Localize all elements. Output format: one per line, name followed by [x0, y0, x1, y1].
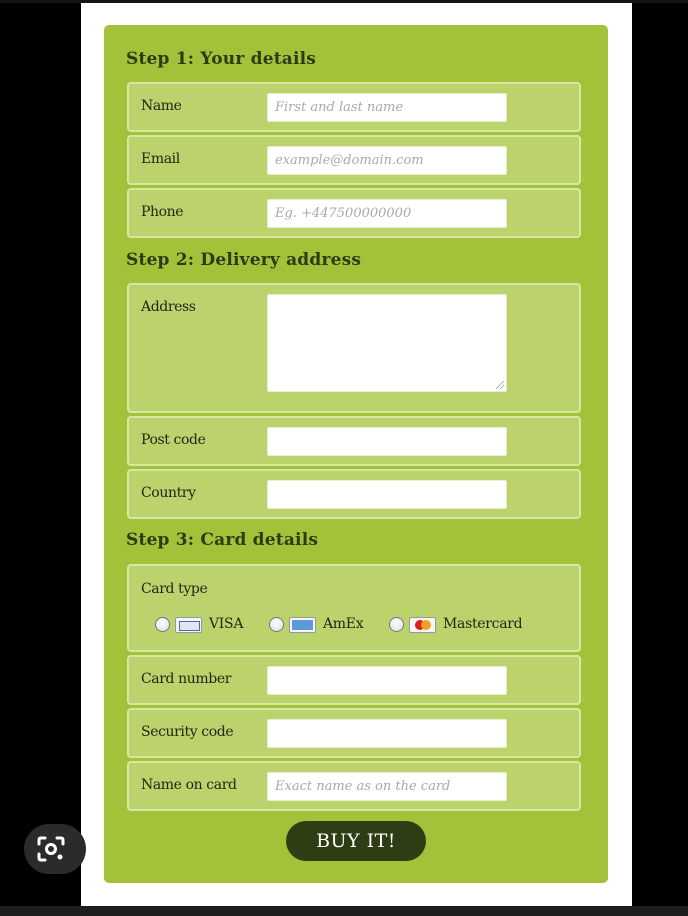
visa-card-icon — [175, 617, 202, 633]
step1-heading: Step 1: Your details — [126, 49, 317, 69]
order-form: Step 1: Your details Name Email Phone St… — [104, 25, 608, 883]
lens-search-button[interactable] — [24, 824, 86, 874]
postcode-input[interactable] — [267, 427, 507, 456]
country-row: Country — [127, 469, 581, 519]
address-label: Address — [141, 299, 196, 315]
amex-card-icon — [289, 617, 316, 633]
address-field — [267, 294, 507, 392]
name-on-card-row: Name on card — [127, 761, 581, 811]
lens-search-icon — [37, 836, 65, 862]
card-type-options: VISA AmEx Mastercard — [155, 615, 575, 635]
address-row: Address — [127, 283, 581, 413]
card-number-label: Card number — [141, 671, 232, 687]
bottom-edge — [0, 906, 688, 916]
name-on-card-label: Name on card — [141, 777, 237, 793]
country-label: Country — [141, 485, 196, 501]
email-row: Email — [127, 135, 581, 185]
email-input[interactable] — [267, 146, 507, 175]
postcode-label: Post code — [141, 432, 206, 448]
phone-input[interactable] — [267, 199, 507, 228]
card-number-row: Card number — [127, 655, 581, 705]
amex-label: AmEx — [323, 616, 364, 632]
email-label: Email — [141, 151, 180, 167]
security-code-row: Security code — [127, 708, 581, 758]
visa-label: VISA — [209, 616, 244, 632]
mastercard-card-icon — [409, 617, 436, 633]
card-type-row: Card type VISA AmEx Mastercard — [127, 564, 581, 652]
address-textarea[interactable] — [267, 294, 507, 392]
name-label: Name — [141, 98, 182, 114]
step3-heading: Step 3: Card details — [126, 530, 319, 550]
security-code-input[interactable] — [267, 719, 507, 748]
resize-handle-icon[interactable] — [496, 381, 504, 389]
name-input[interactable] — [267, 93, 507, 122]
page: Step 1: Your details Name Email Phone St… — [81, 3, 632, 906]
card-number-input[interactable] — [267, 666, 507, 695]
card-type-label: Card type — [141, 581, 208, 597]
phone-row: Phone — [127, 188, 581, 238]
buy-button[interactable]: BUY IT! — [286, 821, 426, 861]
visa-radio[interactable] — [155, 617, 170, 632]
name-on-card-input[interactable] — [267, 772, 507, 801]
amex-radio[interactable] — [269, 617, 284, 632]
phone-label: Phone — [141, 204, 184, 220]
security-code-label: Security code — [141, 724, 234, 740]
step2-heading: Step 2: Delivery address — [126, 250, 362, 270]
mastercard-radio[interactable] — [389, 617, 404, 632]
name-row: Name — [127, 82, 581, 132]
mastercard-label: Mastercard — [443, 616, 523, 632]
country-input[interactable] — [267, 480, 507, 509]
postcode-row: Post code — [127, 416, 581, 466]
